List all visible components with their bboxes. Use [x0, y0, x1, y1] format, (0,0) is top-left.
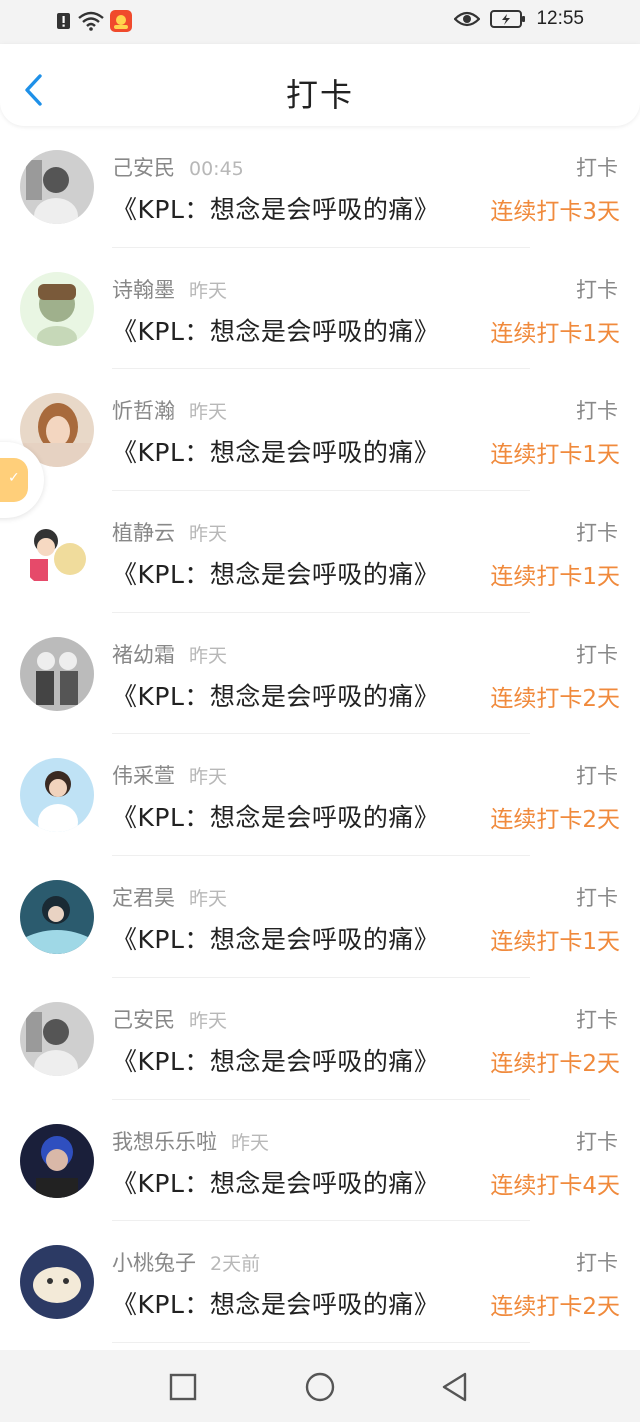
streak-count: 连续打卡1天 — [490, 442, 620, 469]
checkin-tag: 打卡 — [576, 642, 618, 667]
status-right-icons: 12:55 — [454, 8, 584, 30]
user-name-line: 伟采萱 昨天 — [112, 760, 227, 790]
streak-count: 连续打卡2天 — [490, 1294, 620, 1321]
book-title[interactable]: 《KPL：想念是会呼吸的痛》 — [112, 920, 439, 956]
checkin-tag: 打卡 — [576, 399, 618, 424]
post-time: 昨天 — [189, 523, 228, 546]
user-name-line: 忻哲瀚 昨天 — [112, 395, 227, 425]
book-title[interactable]: 《KPL：想念是会呼吸的痛》 — [112, 1164, 439, 1200]
book-title[interactable]: 《KPL：想念是会呼吸的痛》 — [112, 1042, 439, 1078]
post-time: 昨天 — [231, 1131, 270, 1154]
post-time: 昨天 — [189, 401, 228, 424]
avatar[interactable] — [20, 1123, 94, 1198]
list-item[interactable]: 己安民 00:45 打卡 《KPL：想念是会呼吸的痛》 连续打卡3天 — [0, 126, 640, 248]
user-name[interactable]: 小桃兔子 — [112, 1251, 196, 1275]
post-time: 昨天 — [189, 1009, 228, 1032]
user-name[interactable]: 忻哲瀚 — [112, 399, 175, 423]
list-item[interactable]: 定君昊 昨天 打卡 《KPL：想念是会呼吸的痛》 连续打卡1天 — [0, 856, 640, 978]
list-item[interactable]: 伟采萱 昨天 打卡 《KPL：想念是会呼吸的痛》 连续打卡2天 — [0, 734, 640, 857]
user-name[interactable]: 定君昊 — [112, 886, 175, 910]
checkin-tag: 打卡 — [576, 1007, 618, 1032]
app-notification-icon — [110, 10, 132, 32]
avatar[interactable] — [20, 758, 94, 833]
wifi-icon — [78, 11, 104, 31]
avatar[interactable] — [20, 271, 94, 346]
alert-icon — [57, 13, 70, 29]
list-item[interactable]: 我想乐乐啦 昨天 打卡 《KPL：想念是会呼吸的痛》 连续打卡4天 — [0, 1100, 640, 1222]
battery-icon — [490, 10, 526, 28]
page-title: 打卡 — [285, 76, 354, 114]
user-name-line: 定君昊 昨天 — [112, 882, 227, 912]
status-bar: 12:55 — [0, 0, 640, 44]
user-name-line: 己安民 00:45 — [112, 152, 244, 182]
checkin-tag: 打卡 — [576, 1129, 618, 1154]
eye-icon — [454, 11, 481, 27]
user-name-line: 褚幼霜 昨天 — [112, 639, 227, 669]
status-left-icons — [56, 10, 132, 32]
list-item[interactable]: 诗翰墨 昨天 打卡 《KPL：想念是会呼吸的痛》 连续打卡1天 — [0, 248, 640, 370]
list-item[interactable]: 褚幼霜 昨天 打卡 《KPL：想念是会呼吸的痛》 连续打卡2天 — [0, 613, 640, 735]
back-triangle-icon[interactable] — [438, 1370, 472, 1404]
user-name[interactable]: 植静云 — [112, 521, 175, 545]
avatar[interactable] — [20, 1245, 94, 1320]
streak-count: 连续打卡2天 — [490, 1050, 620, 1077]
user-name[interactable]: 褚幼霜 — [112, 643, 175, 667]
streak-count: 连续打卡2天 — [490, 807, 620, 834]
user-name-line: 小桃兔子 2天前 — [112, 1247, 260, 1277]
book-title[interactable]: 《KPL：想念是会呼吸的痛》 — [112, 555, 439, 591]
checkin-tag: 打卡 — [576, 521, 618, 546]
post-time: 2天前 — [210, 1253, 261, 1276]
recent-apps-icon[interactable] — [166, 1370, 200, 1404]
streak-count: 连续打卡1天 — [490, 564, 620, 591]
user-name[interactable]: 己安民 — [112, 1008, 175, 1032]
avatar[interactable] — [20, 880, 94, 955]
user-name[interactable]: 己安民 — [112, 156, 175, 180]
book-title[interactable]: 《KPL：想念是会呼吸的痛》 — [112, 433, 439, 469]
avatar[interactable] — [20, 636, 94, 711]
user-name-line: 我想乐乐啦 昨天 — [112, 1126, 269, 1156]
book-title[interactable]: 《KPL：想念是会呼吸的痛》 — [112, 677, 439, 713]
user-name[interactable]: 诗翰墨 — [112, 278, 175, 302]
avatar[interactable] — [20, 1001, 94, 1076]
divider — [112, 1341, 530, 1343]
user-name-line: 诗翰墨 昨天 — [112, 274, 227, 304]
post-time: 昨天 — [189, 888, 228, 911]
clock-time: 12:55 — [536, 8, 584, 29]
book-title[interactable]: 《KPL：想念是会呼吸的痛》 — [112, 1285, 439, 1321]
post-time: 昨天 — [189, 766, 228, 789]
user-name-line: 己安民 昨天 — [112, 1004, 227, 1034]
avatar[interactable] — [20, 515, 94, 590]
checkin-tag: 打卡 — [576, 886, 618, 911]
system-nav-bar — [0, 1350, 640, 1422]
user-name[interactable]: 我想乐乐啦 — [112, 1130, 217, 1154]
streak-count: 连续打卡2天 — [490, 685, 620, 712]
streak-count: 连续打卡1天 — [490, 320, 620, 347]
list-item[interactable]: 植静云 昨天 打卡 《KPL：想念是会呼吸的痛》 连续打卡1天 — [0, 491, 640, 613]
checkin-tag: 打卡 — [576, 156, 618, 180]
post-time: 昨天 — [189, 279, 228, 302]
list-item[interactable]: 小桃兔子 2天前 打卡 《KPL：想念是会呼吸的痛》 连续打卡2天 — [0, 1221, 640, 1343]
check-icon: ✓ — [8, 470, 20, 486]
post-time: 昨天 — [189, 644, 228, 667]
streak-count: 连续打卡1天 — [490, 929, 620, 956]
streak-count: 连续打卡4天 — [490, 1172, 620, 1199]
list-item[interactable]: 忻哲瀚 昨天 打卡 《KPL：想念是会呼吸的痛》 连续打卡1天 — [0, 369, 640, 492]
book-title[interactable]: 《KPL：想念是会呼吸的痛》 — [112, 190, 439, 226]
user-name[interactable]: 伟采萱 — [112, 764, 175, 788]
streak-count: 连续打卡3天 — [490, 199, 620, 225]
home-icon[interactable] — [303, 1370, 337, 1404]
checkin-tag: 打卡 — [576, 764, 618, 789]
book-title[interactable]: 《KPL：想念是会呼吸的痛》 — [112, 312, 439, 348]
list-item[interactable]: 己安民 昨天 打卡 《KPL：想念是会呼吸的痛》 连续打卡2天 — [0, 978, 640, 1100]
avatar[interactable] — [20, 150, 94, 224]
app-header: 打卡 — [0, 44, 640, 126]
checkin-tag: 打卡 — [576, 277, 618, 302]
checkin-tag: 打卡 — [576, 1251, 618, 1276]
checkin-list: 己安民 00:45 打卡 《KPL：想念是会呼吸的痛》 连续打卡3天 诗翰墨 昨天 … — [0, 126, 640, 1343]
book-title[interactable]: 《KPL：想念是会呼吸的痛》 — [112, 798, 439, 834]
post-time: 00:45 — [189, 158, 244, 180]
user-name-line: 植静云 昨天 — [112, 517, 227, 547]
